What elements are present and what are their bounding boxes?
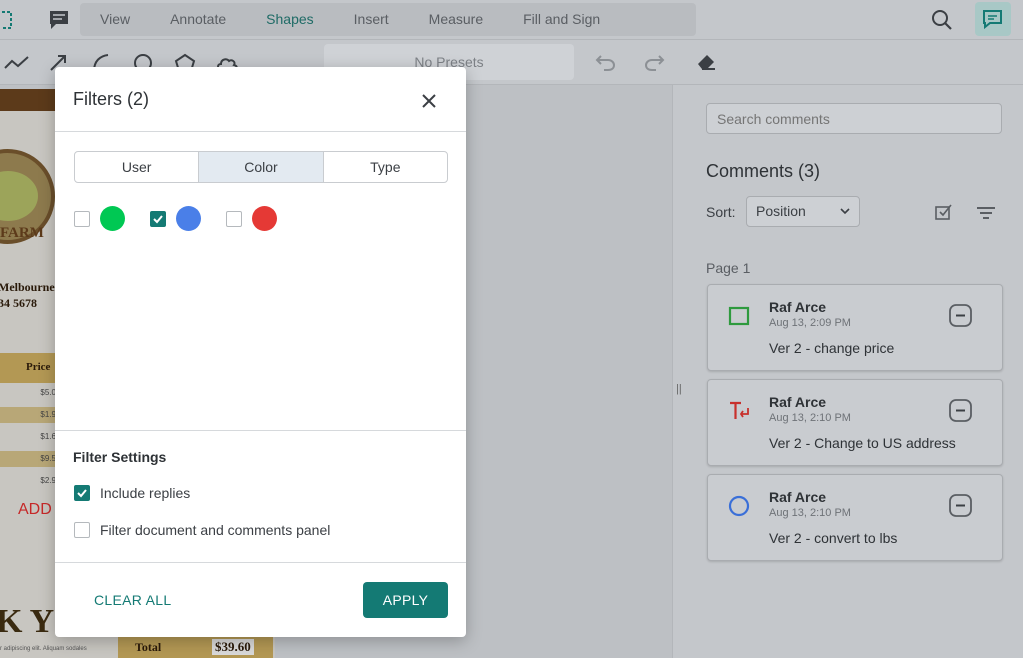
price-row: $1.6 (40, 432, 56, 441)
price-row: $2.9 (40, 476, 56, 485)
phone-text: 34 5678 (0, 296, 37, 310)
divider (55, 131, 466, 132)
color-swatch-green (100, 206, 125, 231)
comment-author: Raf Arce (769, 299, 827, 315)
color-swatch-blue (176, 206, 201, 231)
filter-document-checkbox[interactable] (74, 522, 90, 538)
price-row: $5.0 (40, 388, 56, 397)
text-replace-icon (728, 400, 752, 427)
filters-modal: Filters (2) User Color Type Filter Setti… (55, 67, 466, 637)
divider (55, 430, 466, 431)
rectangle-icon (728, 305, 750, 332)
clear-all-button[interactable]: CLEAR ALL (73, 582, 188, 618)
collapse-icon[interactable] (948, 398, 974, 429)
collapse-icon[interactable] (948, 303, 974, 334)
comment-author: Raf Arce (769, 489, 827, 505)
comment-card[interactable]: Raf Arce Aug 13, 2:10 PM Ver 2 - convert… (707, 474, 1003, 561)
filter-icon[interactable] (976, 205, 996, 221)
left-tools (0, 4, 80, 36)
comment-author: Raf Arce (769, 394, 827, 410)
ribbon-tabs: View Annotate Shapes Insert Measure Fill… (80, 3, 696, 36)
comment-text: Ver 2 - change price (769, 340, 895, 356)
tab-user[interactable]: User (75, 152, 200, 182)
comment-text: Ver 2 - convert to lbs (769, 530, 898, 546)
page-label: Page 1 (706, 260, 751, 276)
tab-type[interactable]: Type (324, 152, 447, 182)
comments-panel-toggle-icon[interactable] (975, 2, 1011, 36)
checkmark-icon (153, 214, 163, 223)
color-swatch-red (252, 206, 277, 231)
color-checkbox-blue[interactable] (150, 210, 166, 227)
filter-settings-title: Filter Settings (73, 449, 167, 465)
apply-button[interactable]: APPLY (363, 582, 448, 618)
price-header: Price (26, 361, 51, 373)
sort-dropdown[interactable]: Position (746, 196, 860, 227)
search-comments-input[interactable] (706, 103, 1002, 134)
polyline-tool-icon[interactable] (4, 53, 30, 73)
comments-list-icon[interactable] (40, 8, 80, 32)
panel-splitter[interactable]: || (672, 85, 686, 658)
include-replies-label: Include replies (100, 485, 191, 501)
price-row: $9.5 (0, 451, 58, 467)
chevron-down-icon (839, 197, 851, 235)
include-replies-checkbox[interactable] (74, 485, 90, 501)
address-text: Melbourne (0, 280, 55, 294)
comment-date: Aug 13, 2:10 PM (769, 412, 851, 424)
tab-measure[interactable]: Measure (409, 3, 503, 36)
comment-card[interactable]: Raf Arce Aug 13, 2:09 PM Ver 2 - change … (707, 284, 1003, 371)
filter-type-tabs: User Color Type (74, 151, 448, 183)
multi-select-icon[interactable] (934, 203, 954, 221)
add-text: ADD (18, 501, 52, 518)
comment-date: Aug 13, 2:09 PM (769, 317, 851, 329)
filter-document-label: Filter document and comments panel (100, 522, 331, 538)
filter-document-option[interactable]: Filter document and comments panel (74, 522, 330, 538)
comment-card[interactable]: Raf Arce Aug 13, 2:10 PM Ver 2 - Change … (707, 379, 1003, 466)
tab-annotate[interactable]: Annotate (150, 3, 246, 36)
comment-text: Ver 2 - Change to US address (769, 435, 956, 451)
comments-panel: Comments (3) Sort: Position Page 1 Raf A… (686, 85, 1023, 658)
undo-icon[interactable] (594, 52, 616, 72)
divider (55, 562, 466, 563)
collapse-icon[interactable] (948, 493, 974, 524)
logo-text: FARM (0, 225, 44, 241)
color-filter-list (74, 206, 302, 231)
drag-handle-icon[interactable]: || (676, 383, 682, 395)
price-row: $1.9 (0, 407, 58, 423)
sort-value: Position (756, 203, 806, 219)
ellipse-icon (728, 495, 750, 522)
search-icon[interactable] (930, 8, 954, 32)
checkmark-icon (77, 489, 87, 498)
comment-date: Aug 13, 2:10 PM (769, 507, 851, 519)
tab-shapes[interactable]: Shapes (246, 3, 333, 36)
total-value: $39.60 (212, 639, 254, 655)
tab-view[interactable]: View (80, 3, 150, 36)
total-label: Total (135, 640, 162, 654)
footer-text: r adipiscing elit. Aliquam sodales (0, 646, 87, 652)
modal-title: Filters (2) (73, 89, 149, 109)
sort-label: Sort: (706, 204, 736, 220)
tab-color[interactable]: Color (199, 152, 324, 182)
tab-insert[interactable]: Insert (334, 3, 409, 36)
tab-fill-and-sign[interactable]: Fill and Sign (503, 3, 620, 36)
close-icon[interactable] (419, 91, 439, 111)
eraser-icon[interactable] (694, 50, 718, 72)
redo-icon[interactable] (644, 52, 666, 72)
color-checkbox-red[interactable] (226, 210, 242, 227)
comments-title: Comments (3) (706, 161, 821, 181)
top-toolbar: View Annotate Shapes Insert Measure Fill… (0, 0, 1023, 40)
include-replies-option[interactable]: Include replies (74, 485, 190, 501)
color-checkbox-green[interactable] (74, 210, 90, 227)
select-area-icon[interactable] (0, 9, 16, 31)
